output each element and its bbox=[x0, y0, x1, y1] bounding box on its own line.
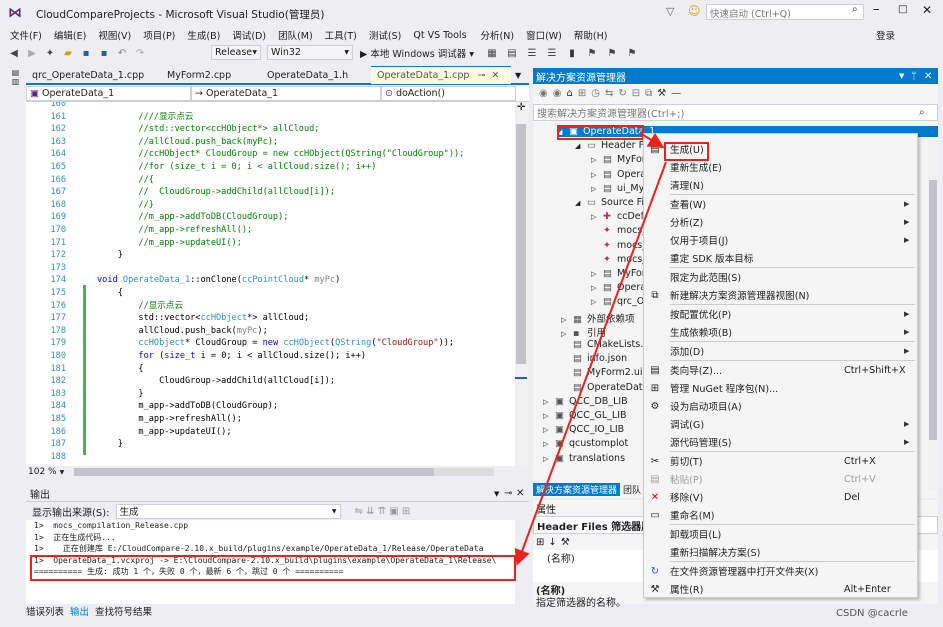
annotation-arrows bbox=[514, 132, 667, 566]
watermark: CSDN @cacrle bbox=[836, 608, 908, 619]
arrow-build-to-output bbox=[514, 161, 667, 566]
arrow-project-to-build bbox=[639, 132, 665, 149]
